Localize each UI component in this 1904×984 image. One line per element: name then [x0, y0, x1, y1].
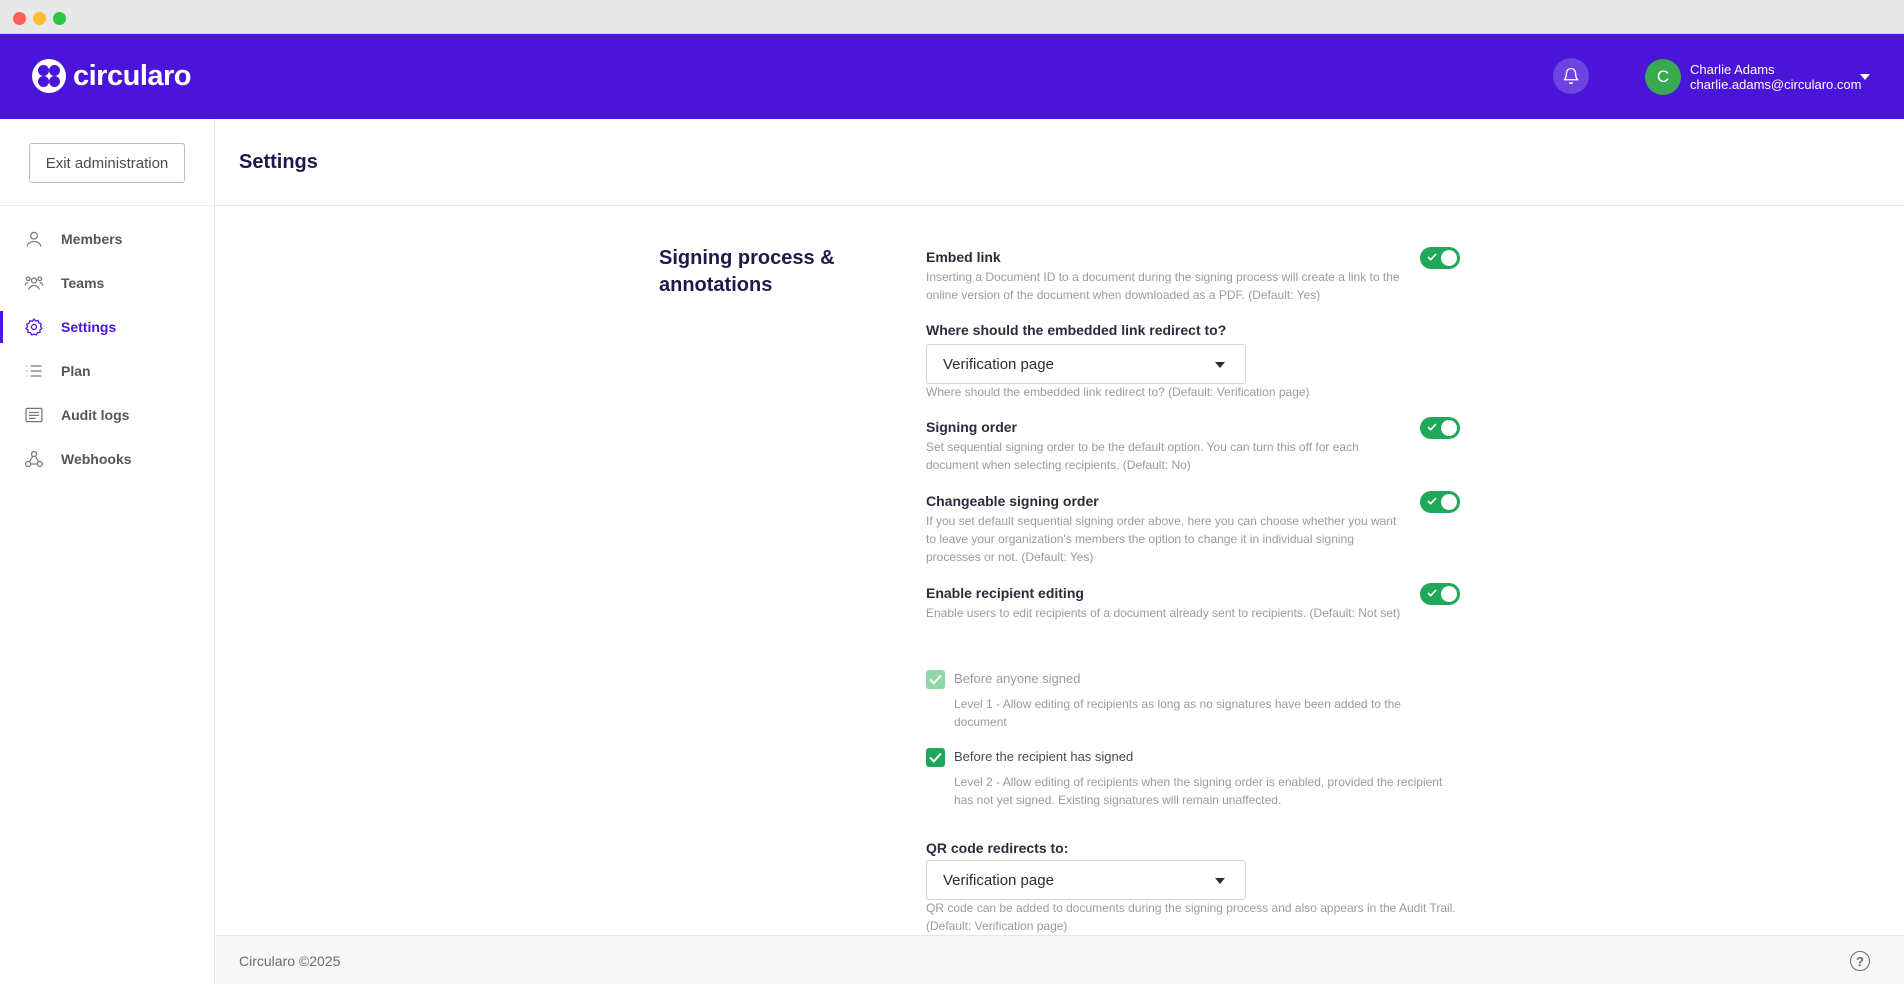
- embed-link-toggle[interactable]: [1420, 247, 1460, 269]
- embed-link-setting: Embed link Inserting a Document ID to a …: [926, 249, 1466, 304]
- chevron-down-icon[interactable]: [1860, 74, 1870, 80]
- copyright-text: Circularo ©2025: [239, 953, 341, 969]
- signing-order-toggle[interactable]: [1420, 417, 1460, 439]
- redirect-setting: Where should the embedded link redirect …: [926, 322, 1466, 338]
- check-icon: [929, 674, 942, 685]
- toggle-knob: [1441, 420, 1457, 436]
- qr-redirect-select[interactable]: Verification page: [926, 860, 1246, 900]
- user-menu[interactable]: C Charlie Adams charlie.adams@circularo.…: [1645, 59, 1861, 95]
- sidebar-item-webhooks[interactable]: Webhooks: [0, 437, 214, 481]
- redirect-select[interactable]: Verification page: [926, 344, 1246, 384]
- notifications-button[interactable]: [1553, 58, 1589, 94]
- footer: Circularo ©2025 ?: [215, 935, 1904, 984]
- signing-order-setting: Signing order Set sequential signing ord…: [926, 419, 1466, 474]
- sidebar-nav: Members Teams Settings Plan Audit logs W…: [0, 205, 214, 481]
- sidebar: Exit administration Members Teams Settin…: [0, 119, 215, 984]
- sidebar-item-audit-logs[interactable]: Audit logs: [0, 393, 214, 437]
- sidebar-item-plan[interactable]: Plan: [0, 349, 214, 393]
- redirect-label: Where should the embedded link redirect …: [926, 322, 1227, 338]
- recipient-editing-description: Enable users to edit recipients of a doc…: [926, 606, 1401, 620]
- sidebar-item-label: Settings: [61, 319, 117, 335]
- qr-redirect-label: QR code redirects to:: [926, 840, 1069, 856]
- sidebar-item-label: Members: [61, 231, 123, 247]
- qr-redirect-setting: QR code redirects to:: [926, 840, 1466, 856]
- page-title: Settings: [239, 151, 318, 173]
- check-icon: [1427, 497, 1437, 505]
- changeable-signing-order-toggle[interactable]: [1420, 491, 1460, 513]
- check-icon: [1427, 253, 1437, 261]
- qr-redirect-select-value: Verification page: [943, 872, 1054, 889]
- webhook-icon: [25, 450, 43, 468]
- user-icon: [26, 231, 42, 247]
- logo-text: circularo: [73, 59, 192, 92]
- team-icon: [24, 276, 44, 290]
- sidebar-item-label: Plan: [61, 363, 91, 379]
- changeable-signing-order-setting: Changeable signing order If you set defa…: [926, 493, 1466, 566]
- sidebar-item-label: Audit logs: [61, 407, 130, 423]
- user-name: Charlie Adams: [1690, 62, 1775, 77]
- chevron-down-icon: [1215, 878, 1225, 884]
- before-recipient-signed-checkbox[interactable]: [926, 748, 945, 767]
- window-titlebar: [0, 0, 1904, 34]
- sidebar-item-members[interactable]: Members: [0, 217, 214, 261]
- before-recipient-signed-label: Before the recipient has signed: [954, 749, 1134, 764]
- toggle-knob: [1441, 494, 1457, 510]
- recipient-editing-label: Enable recipient editing: [926, 585, 1084, 601]
- before-anyone-signed-checkbox[interactable]: [926, 670, 945, 689]
- sidebar-item-teams[interactable]: Teams: [0, 261, 214, 305]
- page-header: Settings: [215, 119, 1904, 206]
- exit-administration-button[interactable]: Exit administration: [29, 143, 185, 183]
- logo-icon: [32, 59, 66, 93]
- bell-icon: [1563, 67, 1579, 85]
- avatar: C: [1645, 59, 1681, 95]
- embed-link-label: Embed link: [926, 249, 1001, 265]
- user-info: Charlie Adams charlie.adams@circularo.co…: [1690, 62, 1861, 92]
- brand-logo[interactable]: circularo: [32, 58, 192, 94]
- changeable-signing-order-description: If you set default sequential signing or…: [926, 514, 1397, 564]
- section-title: Signing process & annotations: [659, 247, 835, 296]
- log-icon: [25, 407, 43, 423]
- gear-icon: [25, 318, 43, 336]
- sidebar-item-label: Webhooks: [61, 451, 132, 467]
- sidebar-item-label: Teams: [61, 275, 105, 291]
- app-header: circularo C Charlie Adams charlie.adams@…: [0, 34, 1904, 119]
- redirect-select-value: Verification page: [943, 356, 1054, 373]
- minimize-window-button[interactable]: [33, 12, 46, 25]
- recipient-editing-toggle[interactable]: [1420, 583, 1460, 605]
- list-icon: [26, 365, 42, 377]
- redirect-helper: Where should the embedded link redirect …: [926, 385, 1310, 399]
- signing-order-label: Signing order: [926, 419, 1017, 435]
- embed-link-description: Inserting a Document ID to a document du…: [926, 270, 1400, 302]
- sidebar-item-settings[interactable]: Settings: [0, 305, 214, 349]
- toggle-knob: [1441, 250, 1457, 266]
- before-recipient-signed-description: Level 2 - Allow editing of recipients wh…: [954, 775, 1443, 807]
- chevron-down-icon: [1215, 362, 1225, 368]
- help-icon[interactable]: ?: [1850, 951, 1870, 971]
- qr-redirect-helper: QR code can be added to documents during…: [926, 901, 1456, 933]
- recipient-editing-setting: Enable recipient editing Enable users to…: [926, 585, 1466, 622]
- user-email: charlie.adams@circularo.com: [1690, 77, 1862, 92]
- before-anyone-signed-label: Before anyone signed: [954, 671, 1081, 686]
- check-icon: [929, 752, 942, 763]
- check-icon: [1427, 423, 1437, 431]
- check-icon: [1427, 589, 1437, 597]
- maximize-window-button[interactable]: [53, 12, 66, 25]
- toggle-knob: [1441, 586, 1457, 602]
- before-anyone-signed-description: Level 1 - Allow editing of recipients as…: [954, 697, 1401, 729]
- signing-order-description: Set sequential signing order to be the d…: [926, 440, 1359, 472]
- close-window-button[interactable]: [13, 12, 26, 25]
- changeable-signing-order-label: Changeable signing order: [926, 493, 1099, 509]
- main-content: Settings Signing process & annotations E…: [215, 119, 1904, 935]
